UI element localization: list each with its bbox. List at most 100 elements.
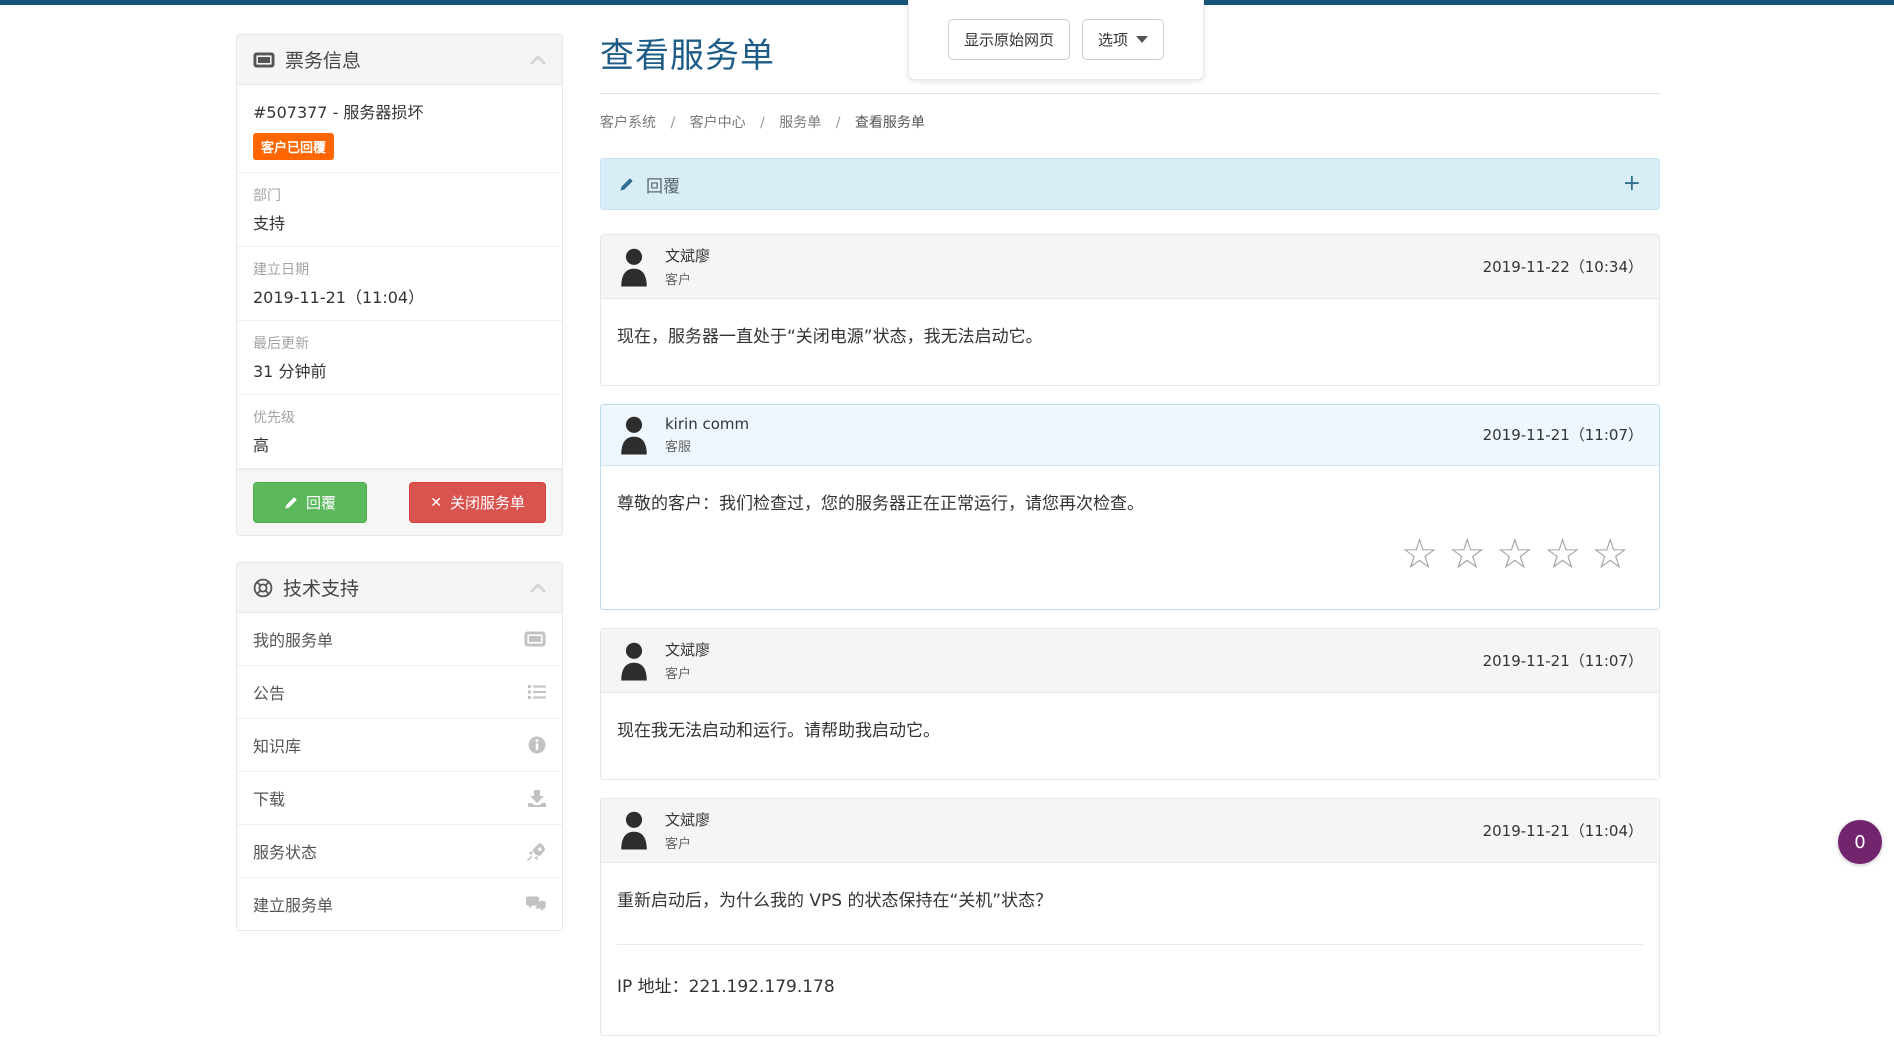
pencil-icon (284, 496, 298, 510)
message-date: 2019-11-21（11:07） (1482, 652, 1643, 670)
reply-button[interactable]: 回覆 (253, 482, 368, 523)
notification-badge[interactable]: 0 (1838, 820, 1882, 864)
overlay-toolbar: 显示原始网页 选项 (908, 0, 1204, 80)
tech-support-panel: 技术支持 我的服务单 公告 知识库 下载 服务状态 建立服务单 (236, 562, 563, 931)
author-name: 文斌廖 (665, 641, 711, 659)
field-label: 优先级 (253, 410, 295, 426)
field-label: 部门 (253, 188, 281, 204)
breadcrumb-item[interactable]: 服务单 (779, 115, 821, 131)
tech-support-panel-title: 技术支持 (283, 578, 360, 600)
user-avatar-icon (621, 811, 647, 850)
sidebar-item-my-tickets[interactable]: 我的服务单 (237, 613, 562, 666)
ticket-field-department: 部门 支持 (237, 173, 562, 247)
message-author: 文斌廖 客户 (665, 245, 710, 288)
message-panel: 文斌廖 客户 2019-11-21（11:07） 现在我无法启动和运行。请帮助我… (600, 628, 1660, 780)
ticket-info-panel-title: 票务信息 (285, 50, 362, 72)
ticket-field-created: 建立日期 2019-11-21（11:04） (237, 247, 562, 321)
ticket-field-updated: 最后更新 31 分钟前 (237, 321, 562, 395)
message-author: 文斌廖 客户 (665, 639, 710, 682)
sidebar-item-announcements[interactable]: 公告 (237, 666, 562, 719)
message-panel-staff: kirin comm 客服 2019-11-21（11:07） 尊敬的客户：我们… (600, 403, 1660, 610)
life-ring-icon (253, 578, 273, 598)
close-ticket-button[interactable]: ✕ 关闭服务单 (409, 482, 546, 523)
info-circle-icon (528, 736, 546, 754)
field-value: 支持 (253, 214, 286, 233)
menu-item-label: 公告 (253, 684, 286, 703)
message-date: 2019-11-22（10:34） (1482, 258, 1643, 276)
pencil-icon (619, 177, 634, 192)
menu-item-label: 我的服务单 (253, 631, 334, 650)
plus-icon[interactable]: + (1623, 173, 1641, 195)
user-avatar-icon (621, 416, 647, 455)
message-body: 现在我无法启动和运行。请帮助我启动它。 (617, 721, 940, 741)
chevron-up-icon[interactable] (530, 583, 546, 593)
message-author: kirin comm 客服 (665, 415, 749, 455)
ticket-info-panel: 票务信息 #507377 - 服务器损坏 客户已回覆 部门 支持 建立日期 20… (236, 34, 563, 536)
author-name: 文斌廖 (665, 810, 711, 829)
ticket-icon (253, 52, 275, 68)
rating-stars: ☆☆☆☆☆ (617, 533, 1643, 575)
menu-item-label: 知识库 (253, 737, 302, 756)
options-button[interactable]: 选项 (1082, 19, 1165, 60)
reply-section-header[interactable]: 回覆 + (600, 158, 1660, 210)
field-value: 高 (253, 436, 270, 455)
sidebar-item-downloads[interactable]: 下载 (237, 772, 562, 825)
message-header: 文斌廖 客户 2019-11-21（11:07） (601, 629, 1659, 693)
show-original-page-label: 显示原始网页 (963, 31, 1054, 49)
star-icon[interactable]: ☆ (1401, 529, 1449, 578)
main-content: 查看服务单 客户系统 / 客户中心 / 服务单 / 查看服务单 回覆 + 文斌廖… (600, 28, 1660, 1054)
menu-item-label: 建立服务单 (253, 896, 334, 915)
breadcrumb-separator: / (760, 115, 765, 131)
rocket-icon (527, 842, 546, 861)
ticket-icon (524, 631, 546, 647)
sidebar-item-knowledgebase[interactable]: 知识库 (237, 719, 562, 772)
caret-down-icon (1136, 36, 1149, 43)
breadcrumb-item[interactable]: 客户系统 (600, 115, 656, 131)
notification-count: 0 (1854, 831, 1866, 853)
message-author: 文斌廖 客户 (665, 809, 710, 852)
status-badge: 客户已回覆 (253, 133, 335, 160)
reply-section-label: 回覆 (646, 176, 680, 197)
download-icon (528, 789, 546, 807)
author-name: kirin comm (665, 414, 750, 433)
message-header: 文斌廖 客户 2019-11-22（10:34） (601, 235, 1659, 299)
sidebar: 票务信息 #507377 - 服务器损坏 客户已回覆 部门 支持 建立日期 20… (236, 34, 563, 957)
breadcrumb-item-current: 查看服务单 (854, 115, 925, 131)
field-value: 2019-11-21（11:04） (253, 288, 425, 307)
close-x-icon: ✕ (430, 494, 442, 511)
ticket-id: #507377 - 服务器损坏 (253, 103, 424, 122)
field-label: 最后更新 (253, 336, 309, 352)
tech-support-panel-header: 技术支持 (237, 563, 562, 613)
breadcrumb-separator: / (835, 115, 841, 131)
star-icon[interactable]: ☆ (1591, 529, 1639, 578)
close-ticket-button-label: 关闭服务单 (449, 494, 525, 512)
message-panel: 文斌廖 客户 2019-11-22（10:34） 现在，服务器一直处于“关闭电源… (600, 234, 1660, 386)
message-header: kirin comm 客服 2019-11-21（11:07） (601, 404, 1659, 466)
star-icon[interactable]: ☆ (1496, 529, 1544, 578)
sidebar-item-service-status[interactable]: 服务状态 (237, 825, 562, 878)
message-header: 文斌廖 客户 2019-11-21（11:04） (601, 798, 1659, 863)
comments-icon (526, 896, 546, 913)
message-date: 2019-11-21（11:04） (1482, 821, 1643, 840)
message-text: 尊敬的客户：我们检查过，您的服务器正在正常运行，请您再次检查。 (617, 493, 1144, 514)
chevron-up-icon[interactable] (530, 55, 546, 65)
author-role: 客户 (665, 836, 692, 852)
show-original-page-button[interactable]: 显示原始网页 (947, 19, 1070, 60)
ip-address-line: IP 地址：221.192.179.178 (617, 977, 835, 997)
list-icon (528, 684, 546, 700)
author-role: 客户 (665, 667, 692, 682)
ticket-actions: 回覆 ✕ 关闭服务单 (237, 469, 562, 535)
message-body: 尊敬的客户：我们检查过，您的服务器正在正常运行，请您再次检查。 ☆☆☆☆☆ (601, 466, 1659, 610)
message-text: 重新启动后，为什么我的 VPS 的状态保持在“关机”状态？ (617, 890, 1053, 911)
field-value: 31 分钟前 (253, 362, 327, 381)
message-body: 现在，服务器一直处于“关闭电源”状态，我无法启动它。 (617, 327, 1043, 347)
author-role: 客户 (665, 273, 692, 288)
ticket-field-priority: 优先级 高 (237, 395, 562, 469)
star-icon[interactable]: ☆ (1544, 529, 1592, 578)
star-icon[interactable]: ☆ (1448, 529, 1496, 578)
message-divider (617, 944, 1643, 945)
user-avatar-icon (621, 248, 647, 287)
ticket-summary-row: #507377 - 服务器损坏 客户已回覆 (237, 85, 562, 173)
breadcrumb-item[interactable]: 客户中心 (690, 115, 746, 131)
reply-button-label: 回覆 (306, 494, 337, 512)
